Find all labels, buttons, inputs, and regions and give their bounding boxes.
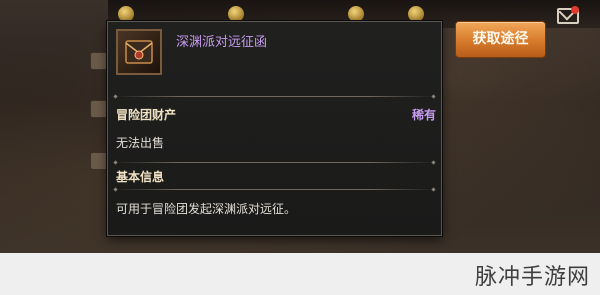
item-description: 可用于冒险团发起深渊派对远征。 xyxy=(116,202,297,216)
coin-icon xyxy=(408,6,424,22)
divider xyxy=(114,189,435,190)
divider xyxy=(114,162,435,163)
item-name: 深渊派对远征函 xyxy=(176,35,268,50)
site-watermark: 脉冲手游网 xyxy=(474,265,590,290)
section-title-property: 冒险团财产 xyxy=(116,108,177,122)
notification-dot xyxy=(571,6,579,14)
rarity-label: 稀有 xyxy=(411,108,436,122)
item-tooltip: 深渊派对远征函 冒险团财产 稀有 无法出售 基本信息 可用于冒险团发起深渊派对远… xyxy=(107,21,442,236)
resource-value xyxy=(248,8,318,20)
currency-icon xyxy=(228,6,244,22)
gold-coin-icon xyxy=(118,6,134,22)
resource-value xyxy=(138,8,208,20)
side-menu-icon[interactable] xyxy=(90,52,108,70)
expedition-letter-icon xyxy=(116,29,162,75)
acquire-method-button[interactable]: 获取途径 xyxy=(455,21,546,58)
divider xyxy=(114,96,435,97)
side-menu-icon[interactable] xyxy=(90,100,108,118)
side-menu-icon[interactable] xyxy=(90,152,108,170)
sell-status: 无法出售 xyxy=(116,136,165,150)
section-title-info: 基本信息 xyxy=(116,170,165,184)
token-icon xyxy=(348,6,364,22)
